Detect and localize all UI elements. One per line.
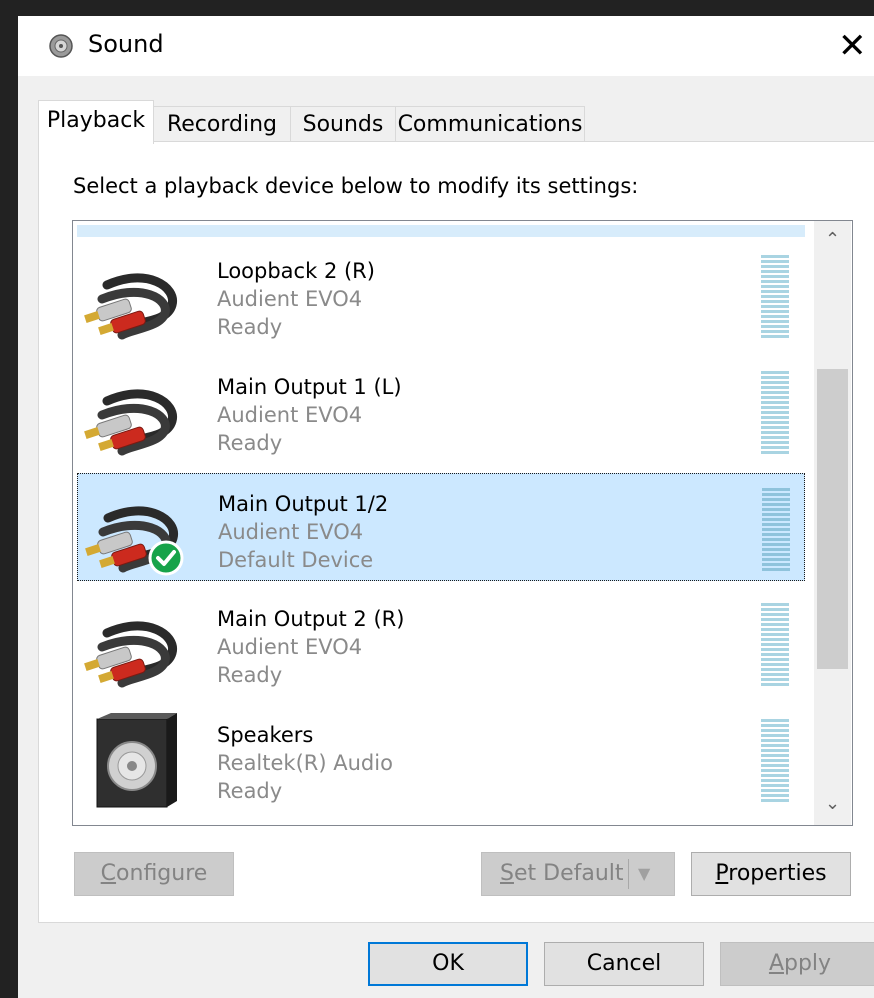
configure-button[interactable]: Configure	[74, 852, 234, 896]
tab-playback[interactable]: Playback	[38, 100, 154, 144]
split-divider	[628, 859, 629, 889]
level-meter	[762, 488, 790, 572]
device-hardware: Realtek(R) Audio	[217, 751, 393, 775]
default-check-icon	[148, 540, 184, 576]
device-status: Ready	[217, 779, 283, 803]
device-item-main-output-1-2[interactable]: Main Output 1/2 Audient EVO4 Default Dev…	[77, 473, 805, 581]
device-name: Speakers	[217, 723, 314, 747]
device-item-main-output-1-l[interactable]: Main Output 1 (L) Audient EVO4 Ready	[77, 357, 805, 465]
device-status: Ready	[217, 663, 283, 687]
device-name: Loopback 2 (R)	[217, 259, 375, 283]
device-list[interactable]: Loopback 2 (R) Audient EVO4 Ready Main O…	[72, 220, 853, 826]
scroll-down-arrow-icon[interactable]: ⌄	[814, 793, 851, 819]
scrollbar-thumb[interactable]	[817, 369, 848, 669]
close-icon: ✕	[838, 26, 867, 66]
rca-cable-icon	[84, 389, 177, 456]
ok-button[interactable]: OK	[368, 942, 528, 986]
level-meter	[761, 719, 789, 803]
speaker-icon	[49, 34, 73, 58]
device-status: Ready	[217, 315, 283, 339]
playback-panel: Select a playback device below to modify…	[38, 141, 874, 923]
device-status: Ready	[217, 431, 283, 455]
window-title: Sound	[88, 30, 164, 58]
device-status: Default Device	[218, 548, 374, 572]
rca-cable-icon	[85, 506, 184, 576]
device-item-speakers[interactable]: Speakers Realtek(R) Audio Ready	[77, 705, 805, 813]
device-item-main-output-2-r[interactable]: Main Output 2 (R) Audient EVO4 Ready	[77, 589, 805, 697]
sound-dialog: Sound ✕ Playback Recording Sounds Commun…	[18, 16, 874, 998]
set-default-button[interactable]: Set Default ▼	[481, 852, 675, 896]
device-name: Main Output 1/2	[218, 492, 389, 516]
tab-recording[interactable]: Recording	[153, 106, 291, 142]
close-button[interactable]: ✕	[838, 24, 874, 68]
cancel-button[interactable]: Cancel	[544, 942, 704, 986]
device-name: Main Output 1 (L)	[217, 375, 402, 399]
properties-button[interactable]: Properties	[691, 852, 851, 896]
list-partial-row	[77, 225, 805, 237]
device-name: Main Output 2 (R)	[217, 607, 405, 631]
rca-cable-icon	[84, 621, 177, 688]
device-hardware: Audient EVO4	[217, 635, 363, 659]
level-meter	[761, 255, 789, 339]
tab-sounds[interactable]: Sounds	[290, 106, 396, 142]
device-hardware: Audient EVO4	[217, 287, 363, 311]
device-hardware: Audient EVO4	[217, 403, 363, 427]
device-list-scrollbar[interactable]: ⌃ ⌄	[814, 221, 851, 825]
device-hardware: Audient EVO4	[218, 520, 364, 544]
dropdown-arrow-icon[interactable]: ▼	[638, 853, 650, 895]
device-item-loopback-2[interactable]: Loopback 2 (R) Audient EVO4 Ready	[77, 241, 805, 349]
rca-cable-icon	[84, 273, 177, 340]
title-bar: Sound ✕	[18, 16, 874, 76]
speaker-box-icon	[96, 713, 177, 808]
apply-button[interactable]: Apply	[720, 942, 874, 986]
instruction-text: Select a playback device below to modify…	[73, 174, 639, 198]
tab-communications[interactable]: Communications	[395, 106, 585, 142]
level-meter	[761, 603, 789, 687]
scroll-up-arrow-icon[interactable]: ⌃	[814, 229, 851, 255]
level-meter	[761, 371, 789, 455]
